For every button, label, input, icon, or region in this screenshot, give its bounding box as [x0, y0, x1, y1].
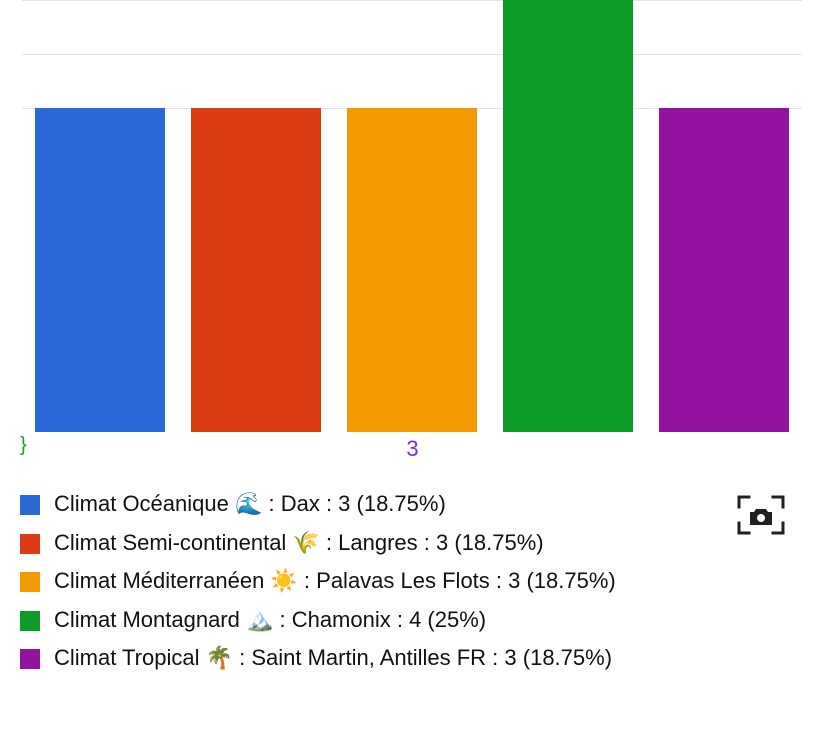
- bar-3: [503, 0, 633, 432]
- legend-item-2: Climat Méditerranéen ☀️ : Palavas Les Fl…: [20, 567, 660, 596]
- legend-label: Climat Océanique 🌊 : Dax : 3 (18.75%): [54, 490, 446, 519]
- legend-item-4: Climat Tropical 🌴 : Saint Martin, Antill…: [20, 644, 660, 673]
- legend-swatch: [20, 611, 40, 631]
- bar-0: [35, 108, 165, 432]
- legend-label: Climat Semi-continental 🌾 : Langres : 3 …: [54, 529, 544, 558]
- legend-item-1: Climat Semi-continental 🌾 : Langres : 3 …: [20, 529, 660, 558]
- bar-group: [22, 0, 802, 432]
- legend-swatch: [20, 649, 40, 669]
- legend-swatch: [20, 495, 40, 515]
- legend-swatch: [20, 534, 40, 554]
- x-axis-tick-label: 3: [0, 436, 825, 462]
- legend-label: Climat Montagnard 🏔️ : Chamonix : 4 (25%…: [54, 606, 486, 635]
- legend-item-3: Climat Montagnard 🏔️ : Chamonix : 4 (25%…: [20, 606, 660, 635]
- bar-1: [191, 108, 321, 432]
- legend-label: Climat Méditerranéen ☀️ : Palavas Les Fl…: [54, 567, 616, 596]
- screenshot-button[interactable]: [737, 495, 785, 535]
- bar-chart: [22, 0, 802, 432]
- legend: Climat Océanique 🌊 : Dax : 3 (18.75%) Cli…: [20, 490, 660, 683]
- bar-2: [347, 108, 477, 432]
- legend-swatch: [20, 572, 40, 592]
- legend-label: Climat Tropical 🌴 : Saint Martin, Antill…: [54, 644, 612, 673]
- camera-icon: [737, 495, 785, 535]
- bar-4: [659, 108, 789, 432]
- legend-item-0: Climat Océanique 🌊 : Dax : 3 (18.75%): [20, 490, 660, 519]
